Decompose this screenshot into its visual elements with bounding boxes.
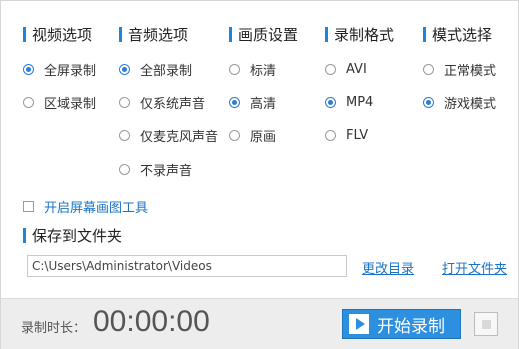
save-path-field[interactable]: C:\Users\Administrator\Videos [27,255,347,277]
radio-button[interactable] [119,63,130,75]
radio-label: 全屏录制 [44,63,97,79]
radio-button[interactable] [325,96,336,108]
radio-system-only[interactable]: 仅系统声音 [119,93,206,112]
video-options-title: 视频选项 [32,25,93,44]
radio-button[interactable] [119,96,130,108]
radio-button[interactable] [23,96,34,108]
radio-label: 标清 [250,63,277,79]
section-accent-bar [423,26,426,42]
radio-button[interactable] [119,129,130,141]
radio-normal-mode[interactable]: 正常模式 [423,60,497,79]
save-folder-header: 保存到文件夹 [23,226,123,245]
radio-label: FLV [346,127,369,143]
play-icon [349,314,369,334]
radio-mp4[interactable]: MP4 [325,93,373,111]
section-accent-bar [229,26,232,42]
mode-title: 模式选择 [432,25,493,44]
radio-label: 高清 [250,96,277,112]
radio-button[interactable] [229,63,240,75]
stop-button[interactable] [474,312,498,336]
radio-avi[interactable]: AVI [325,60,367,78]
radio-label: 正常模式 [444,63,497,79]
recorder-window: 视频选项 全屏录制 区域录制 音频选项 全部录制 仅系统声音 仅麦克风声音 不录… [0,0,519,349]
radio-label: 游戏模式 [444,96,497,112]
radio-label: 原画 [250,129,277,145]
video-options-header: 视频选项 [23,25,93,44]
radio-button[interactable] [325,63,336,75]
audio-options-header: 音频选项 [119,25,189,44]
radio-label: 全部录制 [140,63,193,79]
footer-bar: 录制时长： 00:00:00 开始录制 [1,298,518,349]
section-accent-bar [119,26,122,42]
radio-original[interactable]: 原画 [229,126,277,145]
mode-header: 模式选择 [423,25,493,44]
radio-label: 区域录制 [44,96,97,112]
radio-region[interactable]: 区域录制 [23,93,97,112]
radio-label: 仅麦克风声音 [140,129,219,145]
radio-game-mode[interactable]: 游戏模式 [423,93,497,112]
duration-label: 录制时长： [21,321,87,336]
audio-options-title: 音频选项 [128,25,189,44]
radio-label: MP4 [346,94,374,110]
drawing-tool-label[interactable]: 开启屏幕画图工具 [44,197,148,216]
format-header: 录制格式 [325,25,395,44]
radio-hd[interactable]: 高清 [229,93,277,112]
radio-label: AVI [346,61,367,77]
start-recording-button[interactable]: 开始录制 [342,309,461,339]
radio-button[interactable] [119,163,130,175]
format-title: 录制格式 [334,25,395,44]
radio-button[interactable] [325,129,336,141]
section-accent-bar [23,26,26,42]
save-folder-title: 保存到文件夹 [32,226,123,245]
radio-fullscreen[interactable]: 全屏录制 [23,60,97,79]
radio-flv[interactable]: FLV [325,126,368,144]
quality-title: 画质设置 [238,25,299,44]
change-directory-link[interactable]: 更改目录 [362,258,414,277]
radio-button[interactable] [23,63,34,75]
radio-button[interactable] [229,96,240,108]
radio-sd[interactable]: 标清 [229,60,277,79]
start-recording-label: 开始录制 [377,316,445,337]
drawing-tool-checkbox[interactable]: 开启屏幕画图工具 [23,197,148,216]
open-folder-link[interactable]: 打开文件夹 [442,258,507,277]
radio-record-all[interactable]: 全部录制 [119,60,193,79]
radio-label: 仅系统声音 [140,96,206,112]
radio-button[interactable] [423,96,434,108]
radio-button[interactable] [229,129,240,141]
radio-mic-only[interactable]: 仅麦克风声音 [119,126,219,145]
section-accent-bar [23,227,26,243]
quality-header: 画质设置 [229,25,299,44]
radio-button[interactable] [423,63,434,75]
section-accent-bar [325,26,328,42]
radio-no-audio[interactable]: 不录声音 [119,160,193,179]
checkbox-box[interactable] [23,201,34,212]
recording-timer: 00:00:00 [93,305,210,338]
radio-label: 不录声音 [140,163,193,179]
